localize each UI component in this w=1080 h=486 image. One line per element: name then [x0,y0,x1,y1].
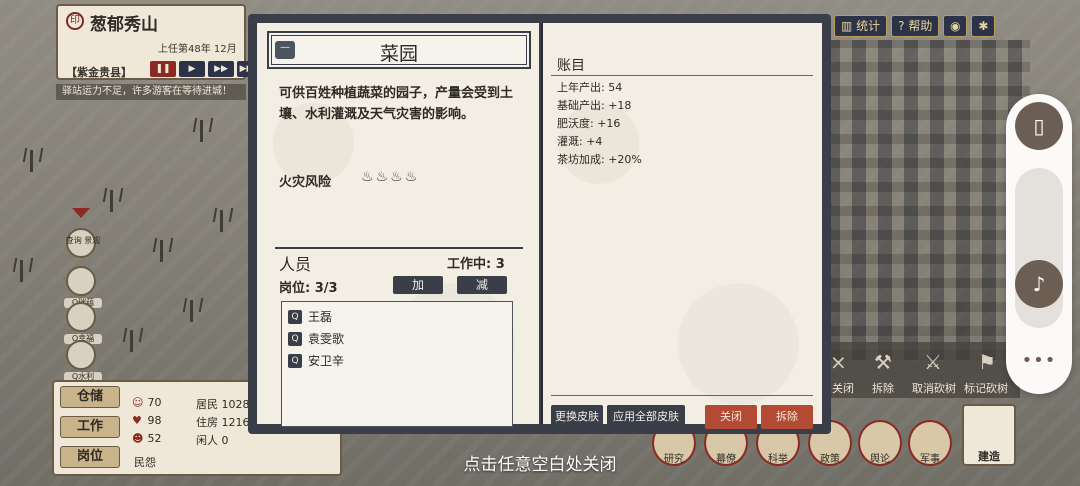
divider [551,75,813,76]
gear-icon[interactable]: ✱ [971,15,996,37]
working-count: 工作中: 3 [447,257,505,272]
action-mark-chop[interactable]: 标记砍树 [964,380,1008,396]
help-label: 帮助 [908,19,933,33]
list-item[interactable]: Q 王磊 [288,308,332,325]
fire-icon: ♨ [404,169,418,185]
dialog-left-page: — 菜园 可供百姓种植蔬菜的园子，产量会受到土壤、水利灌溉及天气灾害的影响。 火… [257,23,539,427]
stat-happiness: ☺ 70 [132,396,162,409]
view-landscape-button[interactable]: 查询 景观 [66,228,100,258]
smile-icon: ☺ [132,396,144,409]
chart-icon: ▥ [841,19,857,33]
title-box: — 菜园 [267,31,531,69]
remove-worker-button[interactable]: 减 [457,276,507,294]
axe-cancel-icon: ⚔ [924,350,942,374]
system-side-panel: ▯ ♪ ••• [1006,94,1072,394]
city-card: 印 葱郁秀山 上任第48年 12月 【紫金贵县】 ❚❚ ▶ ▶▶ ▶▶▶ [56,4,263,80]
ledger-title: 账目 [557,58,585,74]
help-button[interactable]: ? 帮助 [891,15,940,37]
search-icon[interactable]: Q [288,353,302,368]
add-worker-button[interactable]: 加 [393,276,443,294]
vibrate-icon[interactable]: ▯ [1015,102,1063,150]
fire-icon: ♨ [361,169,374,185]
city-rank: 【紫金贵县】 [66,66,132,79]
positions-count: 岗位: 3/3 [279,281,338,296]
change-skin-button[interactable]: 更换皮肤 [551,405,603,429]
fire-risk-icons: ♨ ♨ ♨ ♨ [361,169,417,185]
term-info: 上任第48年 12月 [158,44,237,55]
ledger-row: 茶坊加成: +20% [557,153,642,166]
notice-banner[interactable]: 驿站运力不足，许多游客在等待进城！ [56,84,246,100]
music-note-icon[interactable]: ♪ [1015,260,1063,308]
ledger-row: 上年产出: 54 [557,81,623,94]
query-ruiyun-button[interactable]: Q瑞蕴 [64,266,102,308]
fast-button[interactable]: ▶▶ [208,61,234,77]
heart-icon: ♥ [132,414,142,427]
demolish-button[interactable]: 拆除 [761,405,813,429]
dismiss-hint: 点击任意空白处关闭 [463,455,617,475]
building-title: 菜园 [379,43,418,65]
divider [551,395,813,396]
stats-button[interactable]: ▥ 统计 [834,15,888,37]
search-icon[interactable]: Q [288,331,302,346]
residents-count: 居民 1028 [196,398,250,411]
fire-icon: ♨ [390,169,403,185]
staff-title: 人员 [279,255,312,274]
idle-count: 闲人 0 [196,434,229,447]
question-icon: ? [898,19,909,33]
figure-icon: ☻ [132,432,144,445]
stat-health: ♥ 98 [132,414,162,427]
collapse-arrow-icon[interactable] [72,208,90,218]
dialog-right-page: 账目 上年产出: 54 基础产出: +18 肥沃度: +16 灌溉: +4 茶坊… [541,23,822,429]
stat-value: 70 [147,396,162,409]
search-icon[interactable]: Q [288,309,302,324]
eye-icon[interactable]: ◉ [943,15,968,37]
close-button[interactable]: 关闭 [705,405,757,429]
staff-name: 王磊 [308,310,333,324]
hammer-icon: ⚒ [874,350,892,374]
play-button[interactable]: ▶ [179,61,205,77]
pause-button[interactable]: ❚❚ [150,61,176,77]
more-options-icon[interactable]: ••• [1006,350,1072,371]
city-seal-icon: 印 [66,12,84,30]
axe-mark-icon: ⚑ [978,350,996,374]
staff-name: 袁雯歌 [308,332,345,346]
apply-all-skin-button[interactable]: 应用全部皮肤 [607,405,685,429]
ledger-row: 灌溉: +4 [557,135,603,148]
staff-list: Q 王磊 Q 袁雯歌 Q 安卫辛 [281,301,513,427]
list-item[interactable]: Q 袁雯歌 [288,330,344,347]
top-toolbar: ▥ 统计 ? 帮助 ◉ ✱ [834,15,996,37]
fire-icon: ♨ [375,169,389,185]
staff-divider [275,247,523,249]
stats-label: 统计 [856,19,881,33]
housing-count: 住房 1216 [196,416,250,429]
action-demolish[interactable]: 拆除 [872,380,894,396]
stat-value: 98 [147,414,162,427]
work-button[interactable]: 工作 [60,416,120,438]
list-item[interactable]: Q 安卫辛 [288,352,344,369]
action-cancel-chop[interactable]: 取消砍树 [912,380,956,396]
close-icon: ⨯ [830,350,847,374]
query-happiness-button[interactable]: Q幸福 [64,302,102,344]
query-water-button[interactable]: Q水利 [64,340,102,382]
city-name: 葱郁秀山 [90,15,158,35]
building-dialog: — 菜园 可供百姓种植蔬菜的园子，产量会受到土壤、水利灌溉及天气灾害的影响。 火… [248,14,831,434]
ledger-row: 基础产出: +18 [557,99,632,112]
round-button-label: 查询 景观 [65,236,101,245]
action-close[interactable]: 关闭 [832,380,854,396]
staff-name: 安卫辛 [308,354,345,368]
building-description: 可供百姓种植蔬菜的园子，产量会受到土壤、水利灌溉及天气灾害的影响。 [279,86,514,122]
tile-actions-bar: ⨯ 关闭 ⚒ 拆除 ⚔ 取消砍树 ⚑ 标记砍树 [820,342,1020,398]
warehouse-button[interactable]: 仓储 [60,386,120,408]
stat-faith: ☻ 52 [132,432,162,445]
speed-controls: ❚❚ ▶ ▶▶ ▶▶▶ [150,61,263,77]
fire-risk-label: 火灾风险 [279,175,332,190]
ledger-row: 肥沃度: +16 [557,117,621,130]
stat-value: 52 [147,432,162,445]
